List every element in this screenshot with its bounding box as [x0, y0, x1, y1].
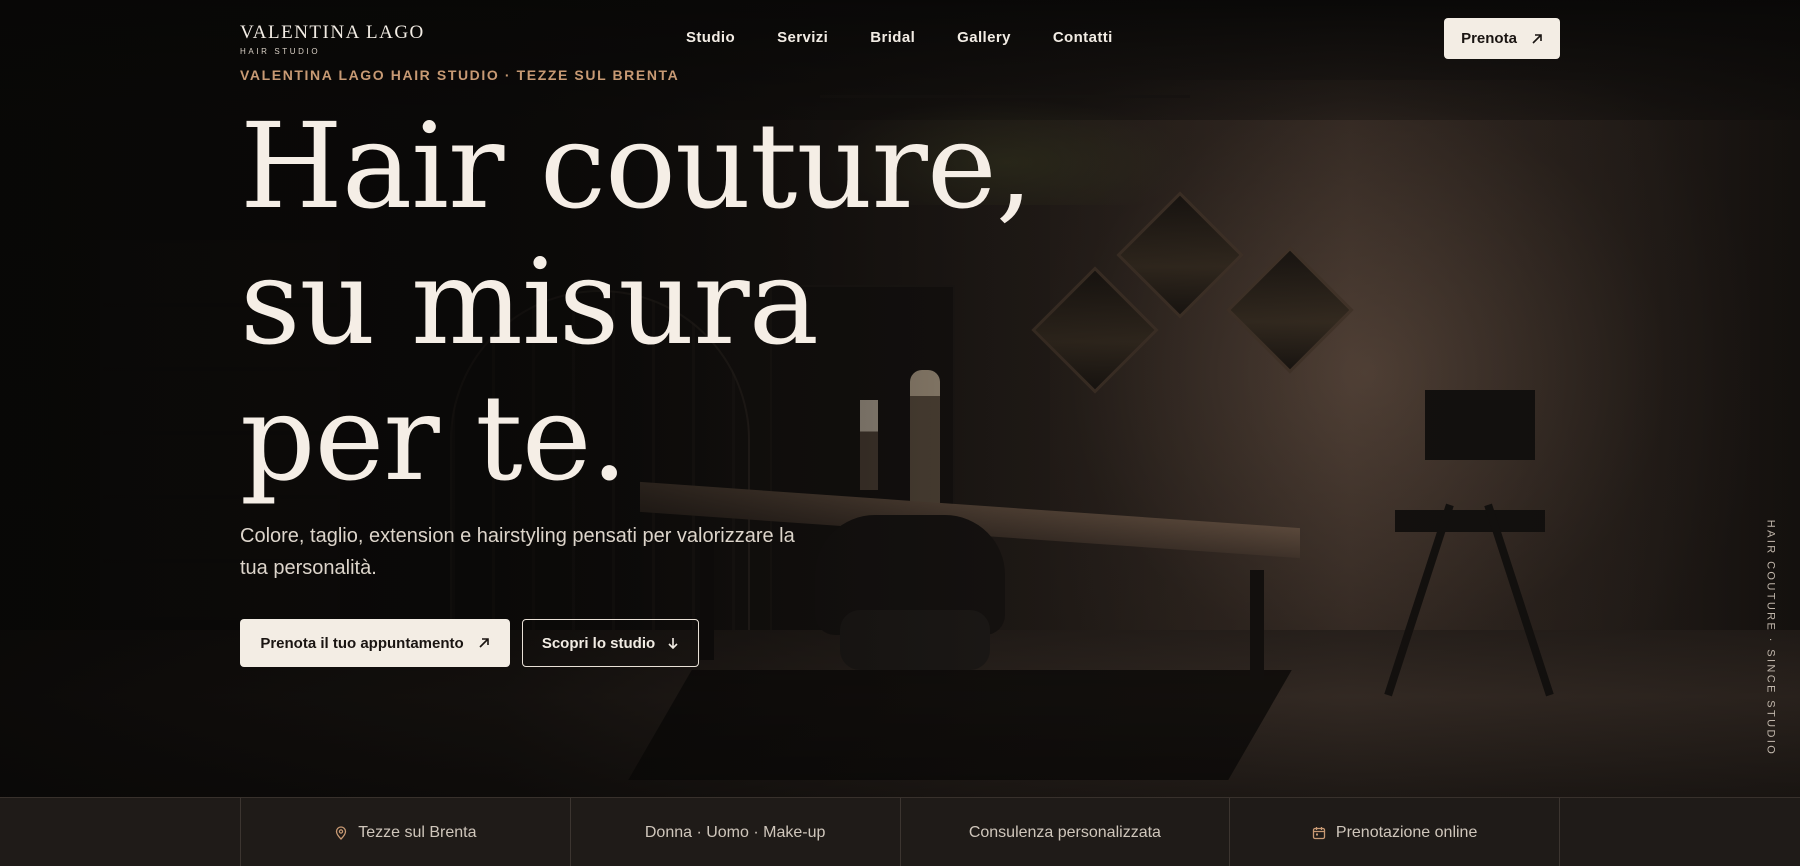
- feature-services: Donna · Uomo · Make-up: [571, 798, 901, 866]
- hero-subtitle: Colore, taglio, extension e hairstyling …: [240, 525, 795, 579]
- feature-location: Tezze sul Brenta: [241, 798, 571, 866]
- map-pin-icon: [336, 825, 347, 840]
- headline-line: su misura: [240, 233, 819, 371]
- calendar-icon: [1312, 826, 1326, 839]
- arrow-up-right-icon: [479, 638, 489, 648]
- arrow-down-icon: [668, 638, 678, 649]
- discover-studio-button[interactable]: Scopri lo studio: [522, 619, 699, 667]
- nav-link-gallery[interactable]: Gallery: [957, 29, 1011, 46]
- feature-bar: Tezze sul Brenta Donna · Uomo · Make-up …: [0, 797, 1800, 866]
- nav-links: Studio Servizi Bridal Gallery Contatti: [686, 29, 1113, 46]
- book-button[interactable]: Prenota: [1444, 18, 1560, 59]
- feature-online-booking-label: Prenotazione online: [1335, 823, 1478, 841]
- feature-online-booking: Prenotazione online: [1230, 798, 1559, 866]
- arrow-up-right-icon: [1532, 33, 1542, 44]
- hero-eyebrow: VALENTINA LAGO HAIR STUDIO · TEZZE SUL B…: [240, 67, 680, 83]
- hero-headline: Hair couture, su misura per te.: [240, 98, 1040, 506]
- vertical-side-tag: HAIR COUTURE · SINCE STUDIO: [1760, 520, 1780, 757]
- nav-link-studio[interactable]: Studio: [686, 29, 735, 46]
- nav-link-bridal[interactable]: Bridal: [870, 29, 915, 46]
- feature-consultation: Consulenza personalizzata: [901, 798, 1231, 866]
- book-button-label: Prenota: [1461, 30, 1517, 47]
- book-appointment-button[interactable]: Prenota il tuo appuntamento: [240, 619, 510, 667]
- book-appointment-label: Prenota il tuo appuntamento: [260, 634, 464, 652]
- brand-tagline: HAIR STUDIO: [240, 47, 321, 56]
- headline-line: Hair couture,: [240, 97, 1033, 235]
- feature-bar-cells: Tezze sul Brenta Donna · Uomo · Make-up …: [240, 798, 1560, 866]
- feature-location-label: Tezze sul Brenta: [358, 823, 477, 841]
- feature-consultation-label: Consulenza personalizzata: [968, 823, 1161, 841]
- vertical-tag-text: HAIR COUTURE · SINCE STUDIO: [1764, 519, 1776, 757]
- brand-logo[interactable]: VALENTINA LAGO HAIR STUDIO: [240, 22, 425, 56]
- headline-line: per te.: [240, 369, 628, 507]
- nav-link-contatti[interactable]: Contatti: [1053, 29, 1113, 46]
- nav-link-servizi[interactable]: Servizi: [777, 29, 828, 46]
- feature-services-label: Donna · Uomo · Make-up: [644, 823, 826, 841]
- brand-name: VALENTINA LAGO: [240, 22, 425, 43]
- discover-studio-label: Scopri lo studio: [541, 634, 656, 652]
